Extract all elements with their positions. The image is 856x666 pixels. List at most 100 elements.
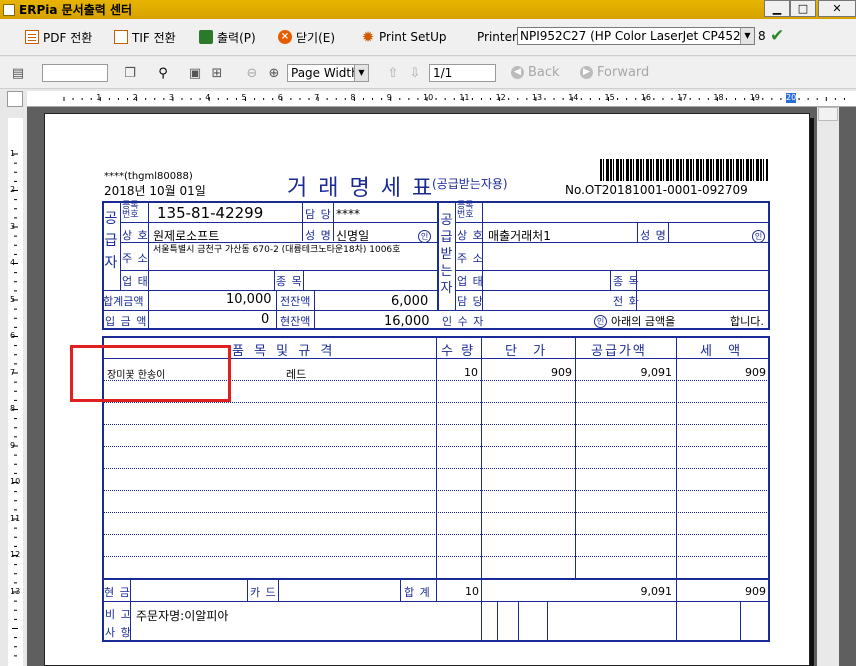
forward-arrow-icon: ▶ (580, 66, 593, 79)
ruler-label: 13 (531, 93, 543, 102)
items-header-supply: 공급가액 (591, 344, 647, 359)
printer-select[interactable]: NPI952C27 (HP Color LaserJet CP4520 ▼ (517, 27, 755, 45)
item-tax: 909 (745, 366, 766, 379)
ruler-label: 11 (10, 513, 21, 523)
minimize-button[interactable]: ▁ (764, 0, 790, 17)
chevron-down-icon[interactable]: ▼ (354, 65, 368, 81)
printer-icon (199, 30, 213, 44)
tif-convert-button[interactable]: TIF 전환 (114, 28, 176, 46)
search-input[interactable] (42, 64, 108, 82)
multi-page-icon[interactable]: ⊞ (209, 65, 225, 81)
receiver-section-label: 공급받는자 (440, 213, 453, 296)
supplier-biz-item-label: 종 목 (276, 275, 303, 288)
receipt-end: 합니다. (730, 315, 764, 328)
ruler-label: 6 (10, 331, 16, 340)
total-amount-label: 합계금액 (103, 295, 144, 308)
sum-qty: 10 (465, 585, 479, 598)
forward-label: Forward (597, 65, 650, 80)
ruler-label: 6 (277, 93, 283, 102)
copy-icon[interactable]: ❐ (122, 65, 138, 81)
binoculars-icon[interactable]: ⚲ (155, 65, 171, 81)
doc-number: No.OT20181001-0001-092709 (565, 183, 748, 197)
pdf-convert-label: PDF 전환 (43, 30, 93, 45)
printer-label: Printer (477, 30, 517, 44)
ruler-label: 1 (10, 148, 16, 158)
ruler-label: 11 (459, 93, 470, 102)
ruler-label: 15 (604, 93, 615, 102)
ruler-label: 4 (205, 93, 211, 102)
receiver-phone-label: 전 화 (613, 295, 640, 308)
zoom-out-icon[interactable]: ⊖ (244, 65, 260, 81)
receiver-reg-no-label: 등록번호 (457, 201, 474, 220)
sum-label: 합 계 (404, 586, 431, 599)
user-id: ****(thgml80088) (104, 171, 193, 182)
ruler-label: 18 (713, 93, 724, 102)
ruler-label: 7 (314, 93, 320, 102)
print-button[interactable]: 출력(P) (199, 28, 256, 46)
prev-page-icon[interactable]: ⇧ (385, 65, 401, 81)
remark-text: 주문자명:이알피아 (136, 609, 229, 623)
checkmark-icon[interactable]: ✔ (770, 26, 784, 46)
print-label: 출력(P) (217, 30, 256, 45)
prev-balance: 6,000 (391, 294, 429, 309)
supplier-name: 신명일 (336, 229, 370, 243)
sum-supply: 9,091 (640, 585, 673, 598)
close-button[interactable]: × 닫기(E) (278, 28, 335, 46)
receipt-stamp: 인 (594, 313, 607, 328)
app-icon (3, 3, 15, 16)
ruler-corner (7, 91, 23, 107)
doc-subtitle: (공급받는자용) (432, 177, 508, 191)
thumbnail-icon[interactable]: ▤ (10, 65, 26, 81)
deposit-label: 입 금 액 (105, 315, 148, 328)
supplier-address-label: 주 소 (122, 252, 149, 265)
remark-label-1: 비 고 (105, 608, 132, 621)
receiver-address-label: 주 소 (457, 252, 484, 265)
receiver-biz-type-label: 업 태 (457, 275, 484, 288)
chevron-down-icon[interactable]: ▼ (740, 28, 754, 44)
title-bar: ERPia 문서출력 센터 (0, 0, 856, 19)
maximize-button[interactable]: □ (790, 0, 816, 17)
ruler-label: 10 (423, 93, 434, 102)
supplier-address: 서울특별시 금천구 가산동 670-2 (대륭테크노타운18차) 1006호 (153, 245, 401, 255)
next-page-icon[interactable]: ⇩ (407, 65, 423, 81)
receiver-person-label: 인 수 자 (442, 315, 485, 328)
items-header-price: 단 가 (505, 344, 552, 359)
curr-balance-label: 현잔액 (280, 315, 311, 328)
item-qty: 10 (464, 366, 478, 379)
card-label: 카 드 (250, 586, 277, 599)
vertical-scrollbar[interactable] (817, 107, 839, 666)
doc-title: 거 래 명 세 표 (287, 170, 435, 203)
supplier-biz-type-label: 업 태 (122, 275, 149, 288)
supplier-name-label: 성 명 (305, 229, 332, 242)
close-label: 닫기(E) (296, 30, 336, 45)
ruler-label: 17 (677, 93, 688, 102)
prev-balance-label: 전잔액 (280, 295, 311, 308)
printer-value: NPI952C27 (HP Color LaserJet CP4520 (520, 29, 749, 43)
zoom-select[interactable]: Page Width ▼ (287, 64, 369, 82)
receiver-biz-item-label: 종 목 (613, 275, 640, 288)
receiver-company: 매출거래처1 (488, 229, 551, 243)
scroll-up-button[interactable] (818, 107, 838, 121)
ruler-label: 7 (10, 367, 16, 377)
back-button[interactable]: ◀ Back (511, 65, 560, 80)
zoom-in-icon[interactable]: ⊕ (266, 65, 282, 81)
total-amount: 10,000 (226, 292, 272, 307)
receipt-text: 아래의 금액을 (611, 315, 676, 328)
supplier-company-label: 상 호 (122, 229, 149, 242)
forward-button[interactable]: ▶ Forward (580, 65, 649, 80)
single-page-icon[interactable]: ▣ (187, 65, 203, 81)
barcode (600, 159, 768, 181)
ruler-label: 16 (640, 93, 651, 102)
receiver-company-label: 상 호 (457, 229, 484, 242)
print-setup-button[interactable]: ✹ Print SetUp (361, 28, 447, 46)
highlight-box (70, 345, 231, 402)
close-window-button[interactable]: ✕ (818, 0, 856, 17)
page-input[interactable]: 1/1 (429, 64, 496, 82)
supplier-manager-label: 담 당 (305, 208, 332, 221)
pdf-convert-button[interactable]: PDF 전환 (25, 28, 92, 46)
ruler-label: 12 (10, 550, 21, 559)
vertical-ruler: 1 2 3 4 5 6 7 8 9 10 11 12 13 (8, 118, 23, 666)
ruler-label: 10 (10, 477, 21, 486)
cash-label: 현 금 (104, 586, 131, 599)
ruler-label: 19 (749, 93, 760, 102)
